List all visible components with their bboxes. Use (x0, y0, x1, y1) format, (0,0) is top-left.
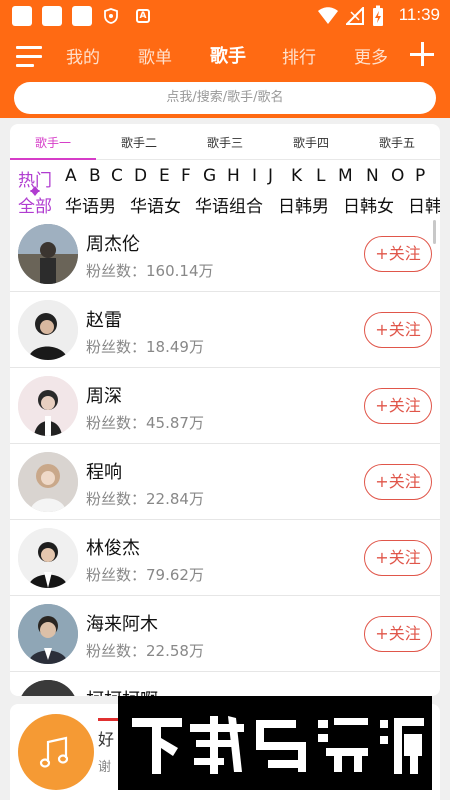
tab-singer-1[interactable]: 歌手一 (10, 134, 96, 151)
filter-letter[interactable]: H (227, 166, 240, 186)
fans-count: 粉丝数：79.62万 (86, 566, 204, 584)
follow-button[interactable]: +关注 (364, 388, 432, 424)
filter-letter[interactable]: P (415, 166, 425, 186)
player-artist: 谢 (98, 760, 112, 775)
filter-letter[interactable]: B (89, 166, 101, 186)
tab-more[interactable]: 更多 (354, 43, 388, 68)
singer-name: 程响 (86, 462, 122, 483)
follow-button[interactable]: +关注 (364, 540, 432, 576)
tab-singer[interactable]: 歌手 (210, 42, 246, 68)
filter-category[interactable]: 华语组合 (195, 192, 263, 216)
singer-list: 周杰伦 粉丝数：160.14万 +关注 赵雷 粉丝数：18.49万 +关注 周深… (10, 216, 440, 696)
list-item[interactable]: 林俊杰 粉丝数：79.62万 +关注 (10, 520, 440, 596)
filter-category[interactable]: 华语女 (130, 192, 181, 216)
list-item[interactable]: 周深 粉丝数：45.87万 +关注 (10, 368, 440, 444)
avatar (18, 604, 78, 664)
follow-button[interactable]: +关注 (364, 312, 432, 348)
fans-count: 粉丝数：45.87万 (86, 414, 204, 432)
filter-letter[interactable]: A (65, 166, 77, 186)
music-note-icon (39, 736, 69, 768)
singer-name: 海来阿木 (86, 614, 158, 635)
notification-icon (42, 6, 62, 26)
status-bar: A 11:39 (0, 0, 450, 32)
fans-count: 粉丝数：22.58万 (86, 642, 204, 660)
filter-letter[interactable]: K (291, 166, 302, 186)
fans-count: 粉丝数：22.84万 (86, 490, 204, 508)
tab-playlist[interactable]: 歌单 (138, 43, 172, 68)
singer-subtabs: 歌手一 歌手二 歌手三 歌手四 歌手五 (10, 124, 440, 160)
list-item[interactable]: 周杰伦 粉丝数：160.14万 +关注 (10, 216, 440, 292)
avatar (18, 452, 78, 512)
fans-count: 粉丝数：160.14万 (86, 262, 214, 280)
avatar (18, 528, 78, 588)
tab-singer-5[interactable]: 歌手五 (354, 134, 440, 151)
tab-singer-3[interactable]: 歌手三 (182, 134, 268, 151)
list-item[interactable]: 海来阿木 粉丝数：22.58万 +关注 (10, 596, 440, 672)
list-item[interactable]: 柯柯柯啊 (10, 672, 440, 696)
app-header: A 11:39 我的 歌单 歌手 排行 更多 点我/搜索/歌手/歌名 (0, 0, 450, 118)
album-disc[interactable] (18, 714, 94, 790)
follow-button[interactable]: +关注 (364, 464, 432, 500)
avatar (18, 300, 78, 360)
battery-icon (373, 5, 383, 26)
singer-name: 周杰伦 (86, 234, 140, 255)
playing-indicator (98, 718, 118, 721)
status-time: 11:39 (398, 5, 440, 24)
tab-singer-2[interactable]: 歌手二 (96, 134, 182, 151)
singer-name: 柯柯柯啊 (86, 686, 158, 696)
filter-letter[interactable]: J (268, 166, 273, 186)
singer-name: 周深 (86, 386, 122, 407)
avatar (18, 680, 78, 696)
singer-panel: 歌手一 歌手二 歌手三 歌手四 歌手五 热门 A B C D E F G H I… (10, 124, 440, 696)
watermark (118, 696, 432, 790)
singer-name: 赵雷 (86, 310, 122, 331)
filter-category[interactable]: 华语男 (65, 192, 116, 216)
tab-singer-4[interactable]: 歌手四 (268, 134, 354, 151)
add-icon[interactable] (408, 40, 436, 68)
category-filter: 全部 华语男 华语女 华语组合 日韩男 日韩女 日韩 (10, 192, 440, 216)
fans-count: 粉丝数：18.49万 (86, 338, 204, 356)
tab-mine[interactable]: 我的 (66, 43, 100, 68)
follow-button[interactable]: +关注 (364, 236, 432, 272)
list-item[interactable]: 赵雷 粉丝数：18.49万 +关注 (10, 292, 440, 368)
active-tab-indicator (10, 158, 96, 160)
search-input[interactable]: 点我/搜索/歌手/歌名 (14, 82, 436, 114)
avatar (18, 224, 78, 284)
player-song-title: 好 (98, 730, 115, 749)
watermark-logo (132, 716, 424, 774)
letter-filter: 热门 A B C D E F G H I J K L M N O P (10, 166, 440, 190)
filter-letter[interactable]: D (134, 166, 147, 186)
filter-letter[interactable]: N (366, 166, 379, 186)
filter-category[interactable]: 日韩女 (343, 192, 394, 216)
wifi-icon (318, 7, 338, 24)
notification-icon (12, 6, 32, 26)
follow-button[interactable]: +关注 (364, 616, 432, 652)
tab-ranking[interactable]: 排行 (282, 43, 316, 68)
menu-icon[interactable] (16, 46, 44, 68)
filter-letter[interactable]: O (391, 166, 404, 186)
filter-category[interactable]: 日韩男 (278, 192, 329, 216)
filter-letter[interactable]: L (316, 166, 325, 186)
filter-letter[interactable]: E (159, 166, 170, 186)
avatar (18, 376, 78, 436)
app-badge-icon: A (136, 9, 150, 23)
selected-indicator-icon (30, 190, 40, 196)
filter-letter[interactable]: I (252, 166, 257, 186)
signal-icon (346, 7, 364, 25)
singer-name: 林俊杰 (86, 538, 140, 559)
filter-letter[interactable]: F (181, 166, 191, 186)
filter-letter[interactable]: M (338, 166, 353, 186)
top-navigation: 我的 歌单 歌手 排行 更多 (0, 36, 450, 76)
filter-letter[interactable]: G (203, 166, 216, 186)
shield-icon (104, 8, 118, 24)
filter-letter[interactable]: C (111, 166, 123, 186)
list-item[interactable]: 程响 粉丝数：22.84万 +关注 (10, 444, 440, 520)
filter-category[interactable]: 日韩 (408, 192, 440, 216)
notification-icon (72, 6, 92, 26)
